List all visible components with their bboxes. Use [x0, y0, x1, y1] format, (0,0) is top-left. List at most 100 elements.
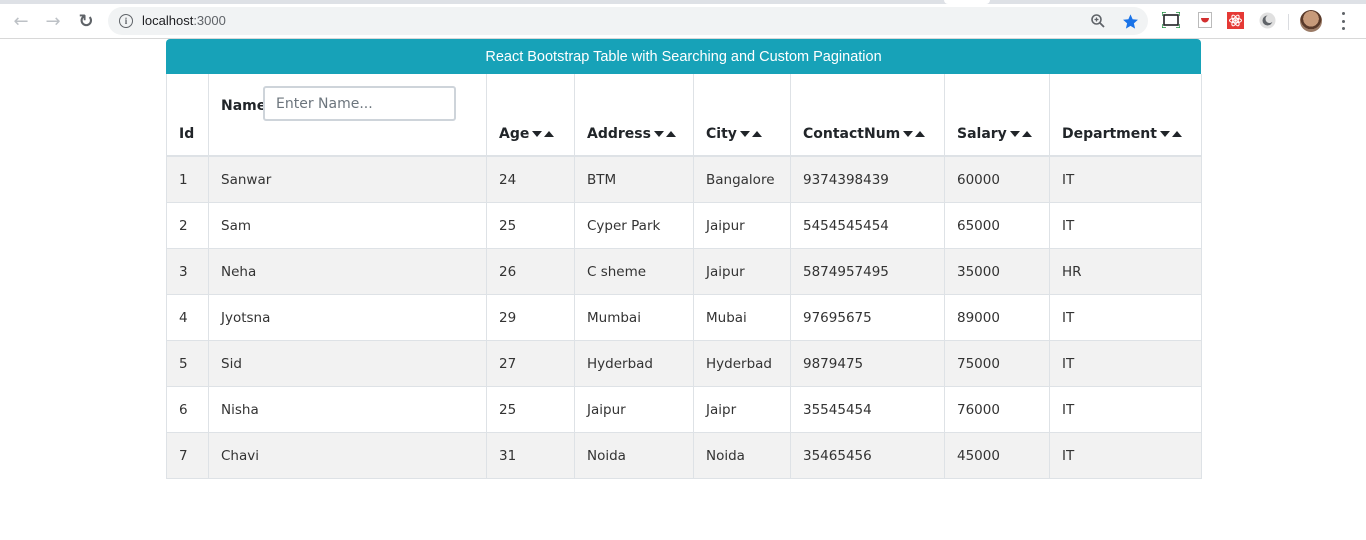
- table-row[interactable]: 3 Neha 26 C sheme Jaipur 5874957495 35000 HR: [166, 248, 1202, 295]
- cell-id: 3: [166, 248, 209, 295]
- browser-toolbar: ← → ↻ i localhost:3000: [0, 4, 1366, 39]
- table-row[interactable]: 1 Sanwar 24 BTM Bangalore 9374398439 60000 IT: [166, 155, 1202, 203]
- cell-contactnum: 5874957495: [790, 248, 945, 295]
- back-button[interactable]: ←: [8, 8, 34, 34]
- cell-city: Jaipur: [693, 202, 791, 249]
- cell-salary: 60000: [944, 155, 1050, 203]
- cell-age: 31: [486, 432, 575, 479]
- column-label: Name: [221, 98, 267, 114]
- sort-carets[interactable]: [1009, 126, 1032, 142]
- cell-id: 5: [166, 340, 209, 387]
- cell-name: Nisha: [208, 386, 487, 433]
- caret-down-icon: [1159, 131, 1170, 137]
- bookmark-star-icon[interactable]: [1121, 12, 1139, 30]
- cell-salary: 45000: [944, 432, 1050, 479]
- column-header-contactnum[interactable]: ContactNum: [790, 74, 945, 157]
- column-label: ContactNum: [803, 126, 901, 142]
- column-header-name: Name: [208, 74, 487, 157]
- info-icon[interactable]: i: [119, 14, 133, 28]
- address-bar[interactable]: i localhost:3000: [108, 7, 1148, 35]
- column-label: Id: [179, 126, 195, 142]
- menu-icon[interactable]: [1336, 12, 1350, 30]
- profile-avatar[interactable]: [1300, 10, 1322, 32]
- column-header-salary[interactable]: Salary: [944, 74, 1050, 157]
- cell-department: IT: [1049, 386, 1202, 433]
- caret-down-icon: [903, 131, 914, 137]
- cell-salary: 76000: [944, 386, 1050, 433]
- table-row[interactable]: 4 Jyotsna 29 Mumbai Mubai 97695675 89000 IT: [166, 294, 1202, 341]
- caret-down-icon: [653, 131, 664, 137]
- table-row[interactable]: 2 Sam 25 Cyper Park Jaipur 5454545454 65000 IT: [166, 202, 1202, 249]
- cell-age: 24: [486, 155, 575, 203]
- column-label: Age: [499, 126, 530, 142]
- cell-department: IT: [1049, 294, 1202, 341]
- sort-carets[interactable]: [903, 126, 926, 142]
- cell-age: 27: [486, 340, 575, 387]
- table-header-row: Id Name Age Address City ContactNum Sala…: [166, 74, 1202, 157]
- zoom-icon[interactable]: [1089, 12, 1107, 30]
- pocket-extension-icon[interactable]: [1196, 11, 1214, 29]
- url-text: localhost:3000: [142, 13, 226, 28]
- cell-department: IT: [1049, 340, 1202, 387]
- cell-name: Sanwar: [208, 155, 487, 203]
- cell-department: IT: [1049, 155, 1202, 203]
- caret-down-icon: [532, 131, 543, 137]
- column-header-id: Id: [166, 74, 209, 157]
- cell-age: 25: [486, 386, 575, 433]
- column-label: Department: [1062, 126, 1157, 142]
- column-label: Salary: [957, 126, 1007, 142]
- column-header-city[interactable]: City: [693, 74, 791, 157]
- cell-address: Jaipur: [574, 386, 694, 433]
- cell-name: Sam: [208, 202, 487, 249]
- column-label: City: [706, 126, 737, 142]
- cell-address: Hyderbad: [574, 340, 694, 387]
- caret-down-icon: [739, 131, 750, 137]
- cell-address: Cyper Park: [574, 202, 694, 249]
- cell-address: Mumbai: [574, 294, 694, 341]
- cell-address: Noida: [574, 432, 694, 479]
- name-filter-input[interactable]: [263, 86, 456, 121]
- cell-age: 29: [486, 294, 575, 341]
- arrow-right-icon: →: [45, 10, 61, 32]
- toolbar-separator: [1288, 14, 1289, 30]
- cell-id: 6: [166, 386, 209, 433]
- dark-mode-extension-icon[interactable]: [1258, 11, 1276, 29]
- cell-id: 7: [166, 432, 209, 479]
- cell-name: Sid: [208, 340, 487, 387]
- screenshot-extension-icon[interactable]: [1162, 11, 1180, 29]
- cell-salary: 65000: [944, 202, 1050, 249]
- cell-department: IT: [1049, 432, 1202, 479]
- cell-city: Mubai: [693, 294, 791, 341]
- cell-contactnum: 97695675: [790, 294, 945, 341]
- column-header-age[interactable]: Age: [486, 74, 575, 157]
- cell-contactnum: 9879475: [790, 340, 945, 387]
- sort-carets[interactable]: [1159, 126, 1182, 142]
- react-devtools-extension-icon[interactable]: [1226, 11, 1244, 29]
- cell-contactnum: 9374398439: [790, 155, 945, 203]
- employee-table: Id Name Age Address City ContactNum Sala…: [166, 74, 1202, 479]
- table-row[interactable]: 6 Nisha 25 Jaipur Jaipr 35545454 76000 IT: [166, 386, 1202, 433]
- forward-button[interactable]: →: [40, 8, 66, 34]
- caret-up-icon: [1171, 131, 1182, 137]
- cell-contactnum: 35465456: [790, 432, 945, 479]
- cell-city: Noida: [693, 432, 791, 479]
- cell-city: Bangalore: [693, 155, 791, 203]
- caret-up-icon: [544, 131, 555, 137]
- column-header-address[interactable]: Address: [574, 74, 694, 157]
- caret-down-icon: [1009, 131, 1020, 137]
- sort-carets[interactable]: [653, 126, 676, 142]
- sort-carets[interactable]: [739, 126, 762, 142]
- cell-name: Chavi: [208, 432, 487, 479]
- sort-carets[interactable]: [532, 126, 555, 142]
- cell-age: 26: [486, 248, 575, 295]
- cell-department: HR: [1049, 248, 1202, 295]
- column-header-department[interactable]: Department: [1049, 74, 1202, 157]
- cell-city: Hyderbad: [693, 340, 791, 387]
- table-row[interactable]: 7 Chavi 31 Noida Noida 35465456 45000 IT: [166, 432, 1202, 479]
- reload-button[interactable]: ↻: [73, 8, 99, 34]
- cell-contactnum: 35545454: [790, 386, 945, 433]
- table-row[interactable]: 5 Sid 27 Hyderbad Hyderbad 9879475 75000 IT: [166, 340, 1202, 387]
- cell-id: 4: [166, 294, 209, 341]
- url-port: :3000: [193, 13, 226, 28]
- cell-department: IT: [1049, 202, 1202, 249]
